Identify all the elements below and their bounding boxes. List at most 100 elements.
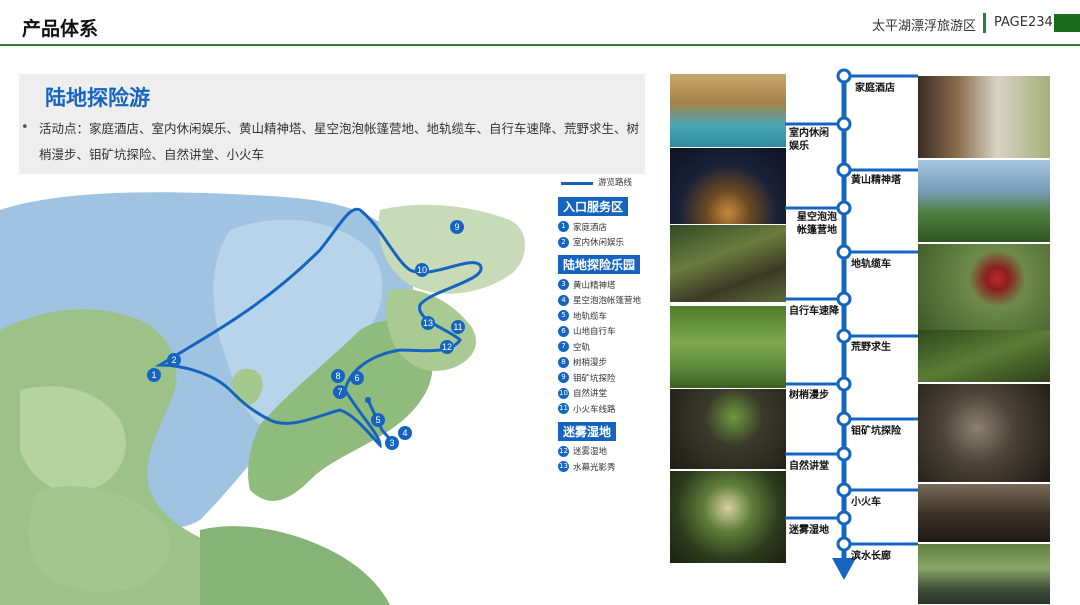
legend-item: 4 星空泡泡帐篷营地	[558, 293, 668, 309]
timeline-stop-label: 荒野求生	[851, 342, 891, 353]
map-legend: 游览路线 入口服务区 1 家庭酒店 2 室内休闲娱乐 陆地探险乐园 3 黄山精神塔 4…	[558, 176, 668, 475]
legend-item: 1 家庭酒店	[558, 219, 668, 235]
map-marker-2: 2	[171, 355, 176, 365]
legend-label: 树梢漫步	[573, 358, 608, 369]
legend-section-park: 陆地探险乐园 3 黄山精神塔 4 星空泡泡帐篷营地 5 地轨缆车 6 山地自行车 7 空轨…	[558, 250, 668, 417]
legend-label: 自然讲堂	[573, 389, 608, 400]
timeline-node	[836, 244, 852, 260]
legend-label: 迷雾湿地	[573, 447, 608, 458]
map-marker-8: 8	[335, 371, 340, 381]
legend-section-title: 陆地探险乐园	[558, 255, 641, 274]
map-marker-12: 12	[442, 342, 452, 352]
legend-number: 10	[558, 387, 569, 399]
section-title: 陆地探险游	[45, 86, 150, 110]
legend-section-title: 迷雾湿地	[558, 421, 617, 441]
photo-starry-camp	[670, 148, 786, 224]
timeline-node	[836, 291, 852, 307]
header-rule	[0, 44, 1080, 46]
legend-item: 9 钼矿坑探险	[558, 370, 668, 386]
map-marker-13: 13	[423, 318, 433, 328]
legend-item: 8 树梢漫步	[558, 355, 668, 371]
timeline-node	[836, 376, 852, 392]
photo-mist-wetland	[670, 471, 786, 563]
legend-item: 11 小火车线路	[558, 401, 668, 417]
map-marker-9: 9	[454, 222, 459, 232]
map-marker-5: 5	[375, 415, 380, 425]
legend-section-wetland: 迷雾湿地 12 迷雾湿地 13 水幕光影秀	[558, 417, 668, 475]
photo-ground-cable-car	[918, 244, 1050, 330]
timeline-node	[836, 446, 852, 462]
timeline-stop-label: 钼矿坑探险	[851, 426, 901, 437]
timeline-stop-label: 地轨缆车	[851, 259, 891, 270]
timeline-stop-label: 滨水长廊	[851, 551, 891, 562]
legend-route: 游览路线	[558, 176, 668, 192]
legend-label: 地轨缆车	[573, 311, 608, 322]
photo-waterfront-corridor	[918, 544, 1050, 604]
activity-list-text: 活动点：家庭酒店、室内休闲娱乐、黄山精神塔、星空泡泡帐篷营地、地轨缆车、自行车速…	[39, 121, 640, 162]
page-number: PAGE234	[994, 15, 1053, 30]
timeline-stop-label: 自行车速降	[789, 306, 839, 317]
activity-timeline: 家庭酒店 室内休闲娱乐 黄山精神塔 星空泡泡帐篷营地 地轨缆车 自行车速降 荒野…	[785, 66, 920, 586]
intro-panel: 陆地探险游 • 活动点：家庭酒店、室内休闲娱乐、黄山精神塔、星空泡泡帐篷营地、地…	[19, 74, 645, 174]
legend-label: 钼矿坑探险	[573, 373, 616, 384]
legend-number: 4	[558, 294, 569, 306]
legend-number: 13	[558, 461, 569, 473]
header-accent-block	[1054, 14, 1080, 32]
legend-section-title: 入口服务区	[558, 197, 629, 216]
timeline-node	[836, 162, 852, 178]
map-marker-3: 3	[389, 438, 394, 448]
timeline-node	[836, 328, 852, 344]
legend-number: 6	[558, 325, 569, 337]
site-map: 1 2 3 4 5 6 7 8 9 10 11 12 13	[0, 190, 540, 605]
legend-label: 星空泡泡帐篷营地	[573, 296, 642, 307]
timeline-node	[836, 411, 852, 427]
header-separator	[983, 13, 986, 33]
route-label: 游览路线	[598, 178, 633, 188]
photo-small-train	[918, 484, 1050, 542]
legend-label: 家庭酒店	[573, 222, 608, 233]
legend-section-entry: 入口服务区 1 家庭酒店 2 室内休闲娱乐	[558, 192, 668, 250]
legend-item: 3 黄山精神塔	[558, 277, 668, 293]
legend-label: 山地自行车	[573, 327, 616, 338]
map-marker-1: 1	[151, 370, 156, 380]
legend-number: 7	[558, 341, 569, 353]
timeline-stop-label: 小火车	[851, 497, 881, 508]
photo-wilderness-survival	[918, 330, 1050, 382]
timeline-stop-label: 家庭酒店	[855, 83, 895, 94]
legend-label: 水幕光影秀	[573, 462, 616, 473]
timeline-node	[836, 536, 852, 552]
route-line-swatch	[561, 182, 593, 185]
legend-number: 9	[558, 372, 569, 384]
legend-number: 1	[558, 221, 569, 233]
photo-mountain-bike	[670, 225, 786, 302]
timeline-stop-label: 树梢漫步	[789, 390, 829, 401]
map-marker-7: 7	[337, 387, 342, 397]
legend-number: 2	[558, 236, 569, 248]
timeline-stop-label: 室内休闲娱乐	[789, 128, 829, 152]
legend-item: 7 空轨	[558, 339, 668, 355]
map-marker-6: 6	[354, 373, 359, 383]
legend-number: 12	[558, 445, 569, 457]
legend-item: 6 山地自行车	[558, 324, 668, 340]
timeline-stop-label: 迷雾湿地	[789, 525, 829, 536]
legend-number: 8	[558, 356, 569, 368]
legend-label: 室内休闲娱乐	[573, 238, 625, 249]
page-title: 产品体系	[22, 18, 99, 40]
map-marker-10: 10	[417, 265, 427, 275]
legend-item: 2 室内休闲娱乐	[558, 235, 668, 251]
site-map-illustration: 1 2 3 4 5 6 7 8 9 10 11 12 13	[0, 190, 540, 605]
legend-item: 12 迷雾湿地	[558, 444, 668, 460]
photo-mine-exploration	[918, 384, 1050, 482]
timeline-stop-label: 星空泡泡帐篷营地	[797, 212, 837, 236]
map-marker-4: 4	[402, 428, 407, 438]
document-name: 太平湖漂浮旅游区	[872, 19, 977, 34]
legend-item: 5 地轨缆车	[558, 308, 668, 324]
legend-label: 空轨	[573, 342, 591, 353]
timeline-node	[836, 116, 852, 132]
photo-indoor-waterpark	[670, 74, 786, 147]
timeline-node	[836, 482, 852, 498]
bullet-dot: •	[21, 120, 29, 135]
legend-number: 11	[558, 403, 569, 415]
legend-item: 10 自然讲堂	[558, 386, 668, 402]
legend-number: 5	[558, 310, 569, 322]
